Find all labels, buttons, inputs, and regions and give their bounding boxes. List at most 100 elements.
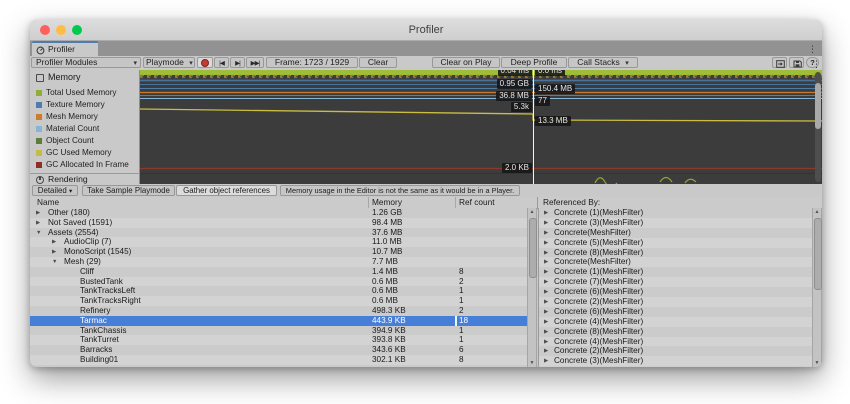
referenced-by-row[interactable]: ▶Concrete (2)(MeshFilter) (539, 346, 814, 356)
referenced-by-row[interactable]: ▶Concrete (8)(MeshFilter) (539, 327, 814, 337)
referenced-by-row[interactable]: ▶Concrete (5)(MeshFilter) (539, 238, 814, 248)
column-divider[interactable] (455, 197, 456, 208)
table-row[interactable]: Refinery498.3 KB2 (30, 306, 527, 316)
table-row[interactable]: TankTurret393.8 KB1 (30, 335, 527, 345)
expand-arrow-icon[interactable]: ▶ (36, 218, 40, 228)
legend-item[interactable]: GC Used Memory (30, 147, 139, 159)
table-row[interactable]: ▶MonoScript (1545)10.7 MB (30, 247, 527, 257)
load-profile-button[interactable] (772, 57, 787, 68)
referenced-by-row[interactable]: ▶Concrete(MeshFilter) (539, 228, 814, 238)
expand-arrow-icon[interactable]: ▶ (544, 287, 548, 297)
column-memory[interactable]: Memory (372, 197, 402, 208)
expand-arrow-icon[interactable]: ▶ (544, 208, 548, 218)
record-button[interactable] (197, 57, 213, 68)
scroll-down-icon[interactable]: ▼ (528, 359, 536, 367)
expand-arrow-icon[interactable]: ▶ (544, 317, 548, 327)
memory-chart[interactable]: 0.95 GB36.8 MB5.3k2.0 KB150.4 MB7713.3 M… (140, 70, 822, 184)
referenced-by-row[interactable]: ▶Concrete (4)(MeshFilter) (539, 337, 814, 347)
table-row[interactable]: BustedTank0.6 MB2 (30, 277, 527, 287)
expand-arrow-icon[interactable]: ▶ (544, 228, 548, 238)
table-row[interactable]: TankTracksRight0.6 MB1 (30, 296, 527, 306)
referenced-by-row[interactable]: ▶Concrete (8)(MeshFilter) (539, 248, 814, 258)
scroll-up-icon[interactable]: ▲ (813, 208, 821, 216)
expand-arrow-icon[interactable]: ▼ (36, 228, 41, 238)
expand-arrow-icon[interactable]: ▶ (544, 307, 548, 317)
table-row[interactable]: TankTracksLeft0.6 MB1 (30, 286, 527, 296)
referenced-by-row[interactable]: ▶Concrete (1)(MeshFilter) (539, 267, 814, 277)
table-row[interactable]: ▶AudioClip (7)11.0 MB (30, 237, 527, 247)
table-row-clipped[interactable] (30, 365, 527, 367)
expand-arrow-icon[interactable]: ▶ (544, 248, 548, 258)
table-row[interactable]: ▼Assets (2554)37.6 MB (30, 228, 527, 238)
expand-arrow-icon[interactable]: ▶ (544, 337, 548, 347)
table-row[interactable]: TankChassis394.9 KB1 (30, 326, 527, 336)
toolbar-menu-icon[interactable]: ⋮ (812, 58, 821, 70)
expand-arrow-icon[interactable]: ▶ (544, 327, 548, 337)
expand-arrow-icon[interactable]: ▶ (544, 356, 548, 366)
expand-arrow-icon[interactable]: ▶ (544, 297, 548, 307)
expand-arrow-icon[interactable]: ▶ (544, 238, 548, 248)
gather-object-references-toggle[interactable]: Gather object references (176, 185, 277, 196)
table-scrollbar[interactable]: ▲ ▼ (527, 208, 537, 367)
deep-profile-button[interactable]: Deep Profile (501, 57, 567, 68)
memory-module-header[interactable]: Memory (30, 71, 139, 84)
expand-arrow-icon[interactable]: ▶ (52, 237, 56, 247)
expand-arrow-icon[interactable]: ▼ (52, 257, 57, 267)
legend-item[interactable]: Material Count (30, 123, 139, 135)
scroll-up-icon[interactable]: ▲ (528, 208, 536, 216)
next-frame-button[interactable]: ▶| (230, 57, 245, 68)
save-profile-button[interactable] (789, 57, 804, 68)
expand-arrow-icon[interactable]: ▶ (544, 267, 548, 277)
titlebar[interactable]: Profiler (30, 20, 822, 41)
clear-button[interactable]: Clear (359, 57, 397, 68)
window-menu-icon[interactable]: ⋮ (808, 43, 817, 55)
referenced-by-scrollbar[interactable]: ▲ ▼ (812, 208, 822, 367)
column-name[interactable]: Name (37, 197, 59, 208)
referenced-by-scrollbar-thumb[interactable] (814, 218, 822, 290)
playmode-dropdown[interactable]: Playmode ▾ (143, 57, 195, 68)
take-sample-button[interactable]: Take Sample Playmode (82, 185, 175, 196)
column-ref-count[interactable]: Ref count (459, 197, 495, 208)
table-row[interactable]: ▶Other (180)1.26 GB (30, 208, 527, 218)
referenced-by-row[interactable]: ▶Concrete (4)(MeshFilter) (539, 317, 814, 327)
legend-item[interactable]: Texture Memory (30, 99, 139, 111)
referenced-by-row[interactable]: ▶Concrete (2)(MeshFilter) (539, 297, 814, 307)
table-row[interactable]: Cliff1.4 MB8 (30, 267, 527, 277)
expand-arrow-icon[interactable]: ▶ (52, 247, 56, 257)
scroll-down-icon[interactable]: ▼ (813, 359, 821, 367)
chart-scrollbar[interactable] (815, 72, 821, 182)
table-row[interactable]: Barracks343.6 KB6 (30, 345, 527, 355)
referenced-by-row[interactable]: ▶Concrete (6)(MeshFilter) (539, 307, 814, 317)
tab-profiler[interactable]: Profiler (32, 41, 98, 56)
legend-item[interactable]: Mesh Memory (30, 111, 139, 123)
table-row[interactable]: ▶Not Saved (1591)98.4 MB (30, 218, 527, 228)
referenced-by-row[interactable]: ▶Concrete (3)(MeshFilter) (539, 218, 814, 228)
table-scrollbar-thumb[interactable] (529, 218, 537, 278)
legend-item[interactable]: GC Allocated In Frame (30, 159, 139, 171)
call-stacks-dropdown[interactable]: Call Stacks ▾ (568, 57, 638, 68)
detailed-view-dropdown[interactable]: Detailed ▾ (32, 185, 78, 196)
referenced-by-row[interactable]: ▶Concrete(MeshFilter) (539, 257, 814, 267)
clear-on-play-button[interactable]: Clear on Play (432, 57, 500, 68)
table-row[interactable]: ▼Mesh (29)7.7 MB (30, 257, 527, 267)
column-divider[interactable] (368, 197, 369, 208)
previous-frame-button[interactable]: |◀ (214, 57, 229, 68)
expand-arrow-icon[interactable]: ▶ (36, 208, 40, 218)
rendering-module-header[interactable]: Rendering (30, 173, 140, 184)
expand-arrow-icon[interactable]: ▶ (544, 218, 548, 228)
selected-frame-line[interactable] (533, 70, 534, 184)
chart-scrollbar-thumb[interactable] (815, 83, 821, 129)
expand-arrow-icon[interactable]: ▶ (544, 277, 548, 287)
current-frame-button[interactable]: ▶▶| (246, 57, 264, 68)
expand-arrow-icon[interactable]: ▶ (544, 346, 548, 356)
table-row[interactable]: Tarmac443.9 KB18 (30, 316, 527, 326)
expand-arrow-icon[interactable]: ▶ (544, 257, 548, 267)
referenced-by-row[interactable]: ▶Concrete (1)(MeshFilter) (539, 208, 814, 218)
referenced-by-row[interactable]: ▶Concrete (3)(MeshFilter) (539, 356, 814, 366)
legend-item[interactable]: Object Count (30, 135, 139, 147)
referenced-by-row[interactable]: ▶Concrete (7)(MeshFilter) (539, 277, 814, 287)
legend-item[interactable]: Total Used Memory (30, 87, 139, 99)
table-row[interactable]: Building01302.1 KB8 (30, 355, 527, 365)
referenced-by-row[interactable]: ▶Concrete (6)(MeshFilter) (539, 287, 814, 297)
profiler-modules-dropdown[interactable]: Profiler Modules ▾ (31, 57, 141, 68)
